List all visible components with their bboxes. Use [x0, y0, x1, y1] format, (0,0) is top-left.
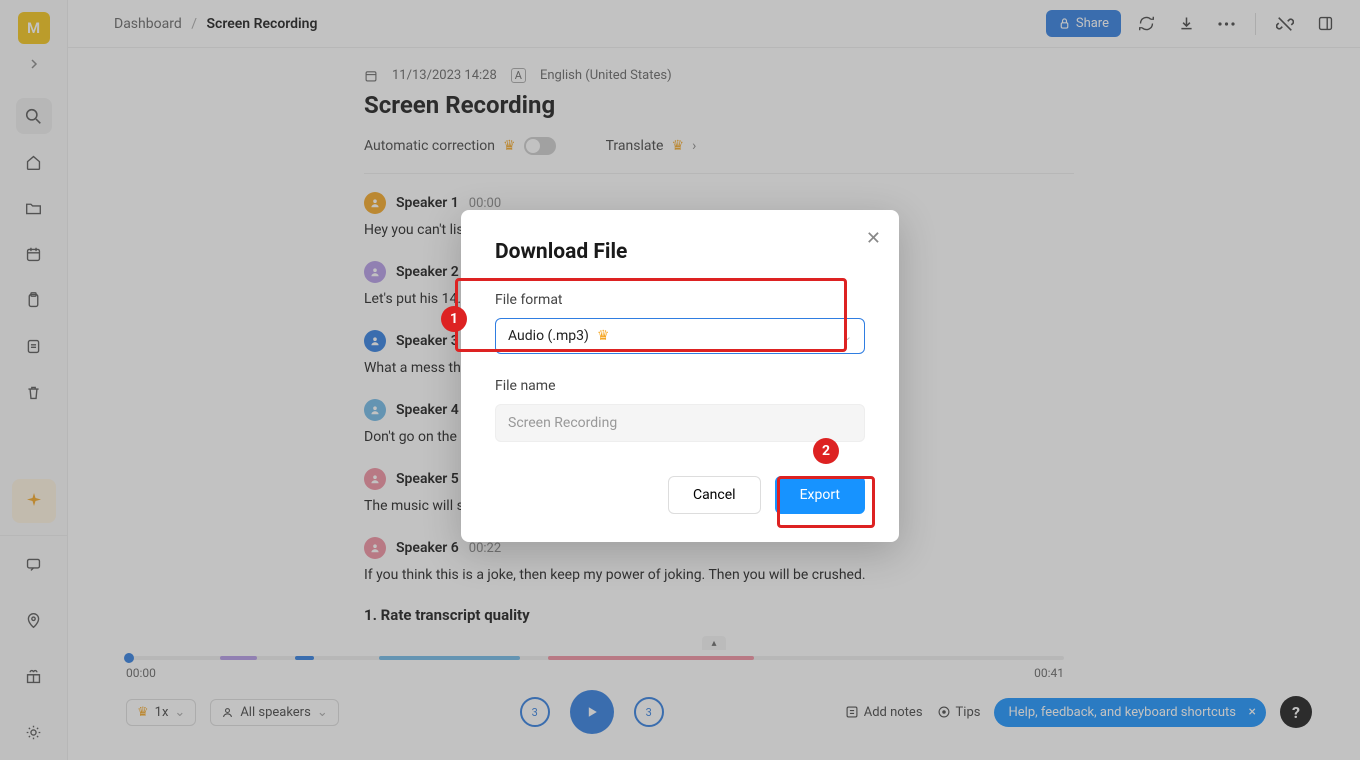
cancel-button[interactable]: Cancel [668, 476, 761, 514]
format-label: File format [495, 292, 865, 308]
modal-title: Download File [495, 240, 865, 264]
export-button[interactable]: Export [775, 476, 865, 514]
chevron-down-icon: ⌄ [843, 330, 852, 343]
modal-close-icon[interactable]: ✕ [866, 228, 881, 249]
filename-label: File name [495, 378, 865, 394]
filename-input[interactable]: Screen Recording [495, 404, 865, 442]
file-format-select[interactable]: Audio (.mp3) ♛ ⌄ [495, 318, 865, 354]
crown-icon: ♛ [597, 328, 610, 344]
download-modal: Download File ✕ File format Audio (.mp3)… [461, 210, 899, 542]
